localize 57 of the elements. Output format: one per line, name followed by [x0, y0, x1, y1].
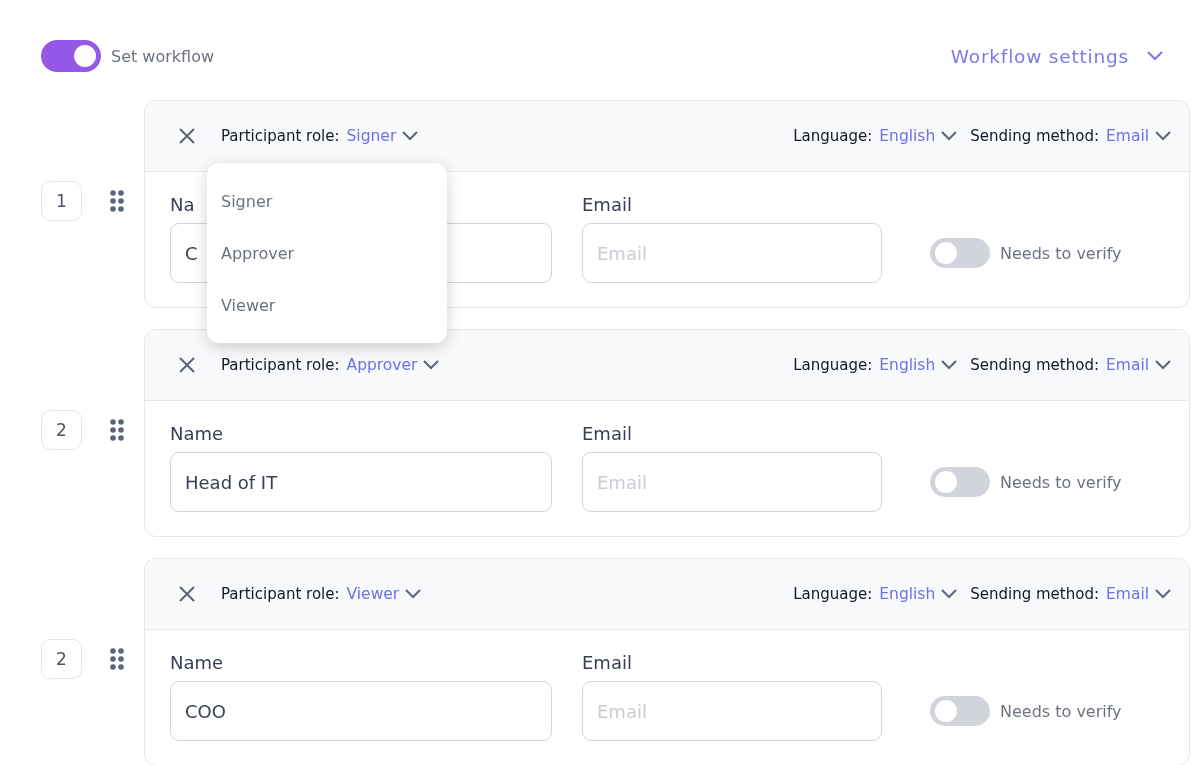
name-input[interactable]: Head of IT [170, 452, 552, 512]
close-icon[interactable] [179, 128, 195, 144]
field-label: Na [170, 194, 195, 215]
role-dropdown[interactable]: Signer [346, 127, 397, 145]
drag-handle-icon[interactable] [110, 648, 124, 670]
chevron-down-icon[interactable] [1147, 51, 1163, 61]
name-input[interactable]: COO [170, 681, 552, 741]
field-label: Email [582, 652, 632, 673]
sending-method-dropdown[interactable]: Email [1106, 127, 1149, 145]
field-label: Email [582, 423, 632, 444]
sending-method-dropdown[interactable]: Email [1106, 356, 1149, 374]
field-label: Name [170, 423, 224, 444]
close-icon[interactable] [179, 586, 195, 602]
chevron-down-icon[interactable] [1155, 589, 1171, 599]
chevron-down-icon[interactable] [941, 589, 958, 599]
step-number: 1 [41, 181, 82, 221]
close-icon[interactable] [179, 357, 195, 373]
workflow-toggle[interactable] [41, 40, 101, 72]
role-label: Participant role: [221, 127, 340, 145]
chevron-down-icon[interactable] [941, 360, 958, 370]
sending-method-label: Sending method: [970, 127, 1099, 145]
chevron-down-icon[interactable] [423, 360, 440, 370]
verify-toggle[interactable] [930, 238, 990, 268]
chevron-down-icon[interactable] [1155, 131, 1171, 141]
sending-method-dropdown[interactable]: Email [1106, 585, 1149, 603]
verify-toggle[interactable] [930, 467, 990, 497]
menu-item[interactable]: Approver [221, 243, 433, 265]
language-label: Language: [793, 356, 873, 374]
language-label: Language: [793, 585, 873, 603]
field-label: Name [170, 652, 224, 673]
menu-item[interactable]: Viewer [221, 295, 433, 317]
language-label: Language: [793, 127, 873, 145]
chevron-down-icon[interactable] [405, 589, 422, 599]
chevron-down-icon[interactable] [402, 131, 419, 141]
toggle-label: Needs to verify [1000, 243, 1122, 263]
chevron-down-icon[interactable] [941, 131, 958, 141]
sending-method-label: Sending method: [970, 356, 1099, 374]
step-number: 2 [41, 410, 82, 450]
menu-item[interactable]: Signer [221, 191, 433, 213]
chevron-down-icon[interactable] [1155, 360, 1171, 370]
sending-method-label: Sending method: [970, 585, 1099, 603]
workflow-settings-link[interactable]: Workflow settings [950, 45, 1129, 67]
toggle-label: Needs to verify [1000, 701, 1122, 721]
language-dropdown[interactable]: English [879, 585, 936, 603]
role-dropdown[interactable]: Approver [346, 356, 418, 374]
toggle-label: Set workflow [111, 46, 215, 66]
drag-handle-icon[interactable] [110, 419, 124, 441]
language-dropdown[interactable]: English [879, 127, 936, 145]
field-label: Email [582, 194, 632, 215]
step-number: 2 [41, 639, 82, 679]
role-dropdown[interactable]: Viewer [346, 585, 400, 603]
drag-handle-icon[interactable] [110, 190, 124, 212]
verify-toggle[interactable] [930, 696, 990, 726]
language-dropdown[interactable]: English [879, 356, 936, 374]
role-label: Participant role: [221, 356, 340, 374]
toggle-label: Needs to verify [1000, 472, 1122, 492]
role-label: Participant role: [221, 585, 340, 603]
